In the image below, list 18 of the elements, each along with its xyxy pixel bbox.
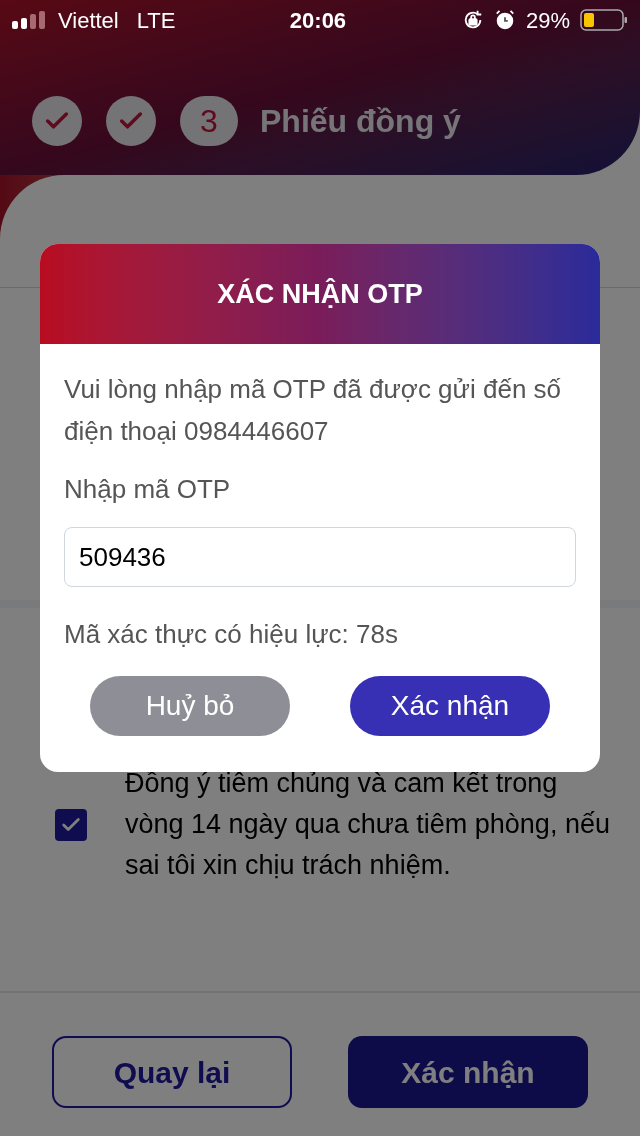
back-button[interactable]: Quay lại bbox=[52, 1036, 292, 1108]
clock: 20:06 bbox=[288, 6, 348, 35]
cancel-button[interactable]: Huỷ bỏ bbox=[90, 676, 290, 736]
otp-field-label: Nhập mã OTP bbox=[64, 473, 232, 506]
confirm-button[interactable]: Xác nhận bbox=[350, 676, 550, 736]
confirm-button[interactable]: Xác nhận bbox=[348, 1036, 588, 1108]
otp-input-field[interactable]: 509436 bbox=[64, 527, 576, 587]
carrier-name: Viettel bbox=[58, 6, 119, 35]
battery-percent: 29% bbox=[525, 6, 570, 35]
signal-icon bbox=[12, 11, 46, 29]
network-type: LTE bbox=[136, 6, 176, 35]
consent-checkbox[interactable] bbox=[55, 808, 87, 841]
battery-icon bbox=[580, 9, 628, 31]
step-title: Phiếu đồng ý bbox=[260, 102, 461, 141]
dialog-title: XÁC NHẬN OTP bbox=[217, 277, 423, 311]
consent-text: Đồng ý tiêm chủng và cam kết trong vòng 14 ngày qua chưa tiêm phòng, nếu sai tôi xin chịu trách nhiệm. bbox=[125, 767, 610, 882]
validity-text: Mã xác thực có hiệu lực: 78s bbox=[64, 618, 399, 651]
dialog-message: Vui lòng nhập mã OTP đã được gửi đến số điện thoại 0984446607 bbox=[64, 373, 563, 448]
